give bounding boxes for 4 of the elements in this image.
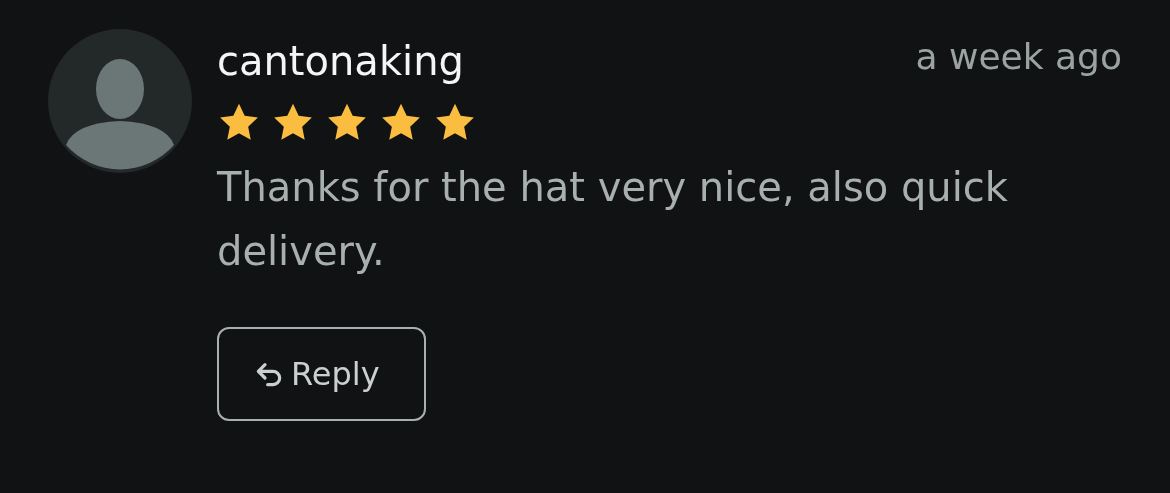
avatar-icon: [48, 29, 192, 173]
review-time: a week ago: [915, 39, 1122, 75]
reply-button[interactable]: Reply: [217, 327, 426, 421]
review-text: Thanks for the hat very nice, also quick delivery.: [217, 163, 1009, 276]
